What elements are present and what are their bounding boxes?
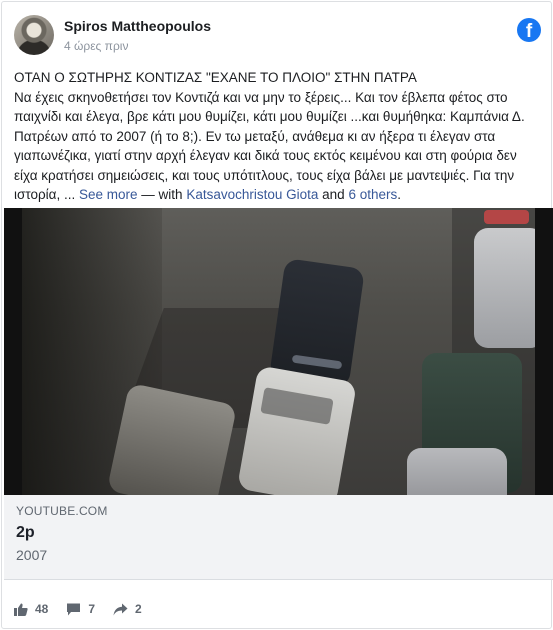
link-domain: YOUTUBE.COM <box>16 504 108 518</box>
post-body: Να έχεις σκηνοθετήσει τον Κοντιζά και να… <box>14 89 525 203</box>
author-name[interactable]: Spiros Mattheopoulos <box>64 18 211 34</box>
likes-count: 48 <box>35 602 49 616</box>
others-link[interactable]: 6 others <box>348 187 397 202</box>
shares-count: 2 <box>135 602 142 616</box>
and-text: and <box>322 187 345 202</box>
link-title[interactable]: 2p <box>16 524 35 542</box>
avatar[interactable] <box>14 15 54 55</box>
post-timestamp[interactable]: 4 ώρες πριν <box>64 39 128 53</box>
facebook-logo-icon[interactable]: f <box>517 18 541 42</box>
link-description: 2007 <box>16 547 48 563</box>
post-header: Spiros Mattheopoulos 4 ώρες πριν f <box>14 14 541 58</box>
comment-icon <box>67 603 81 615</box>
comments-count: 7 <box>88 602 96 616</box>
see-more-link[interactable]: See more <box>79 187 138 202</box>
shares-stat[interactable]: 2 <box>113 602 142 616</box>
engagement-bar: 48 7 2 <box>14 600 160 618</box>
period: . <box>397 187 401 202</box>
link-preview[interactable]: YOUTUBE.COM 2p 2007 <box>4 495 553 580</box>
likes-stat[interactable]: 48 <box>14 602 48 616</box>
comments-stat[interactable]: 7 <box>66 602 95 616</box>
share-icon <box>113 603 128 615</box>
with-prefix: — with <box>141 187 183 202</box>
tagged-person-link[interactable]: Katsavochristou Giota <box>186 187 318 202</box>
post-headline: ΟΤΑΝ Ο ΣΩΤΗΡΗΣ ΚΟΝΤΙΖΑΣ "ΕΧΑΝΕ ΤΟ ΠΛΟΙΟ"… <box>14 70 417 85</box>
post-text: ΟΤΑΝ Ο ΣΩΤΗΡΗΣ ΚΟΝΤΙΖΑΣ "ΕΧΑΝΕ ΤΟ ΠΛΟΙΟ"… <box>14 68 542 205</box>
post-card: Spiros Mattheopoulos 4 ώρες πριν f ΟΤΑΝ … <box>1 1 553 629</box>
like-icon <box>14 603 28 616</box>
video-frame-image <box>22 208 535 495</box>
video-thumbnail[interactable] <box>4 208 553 495</box>
